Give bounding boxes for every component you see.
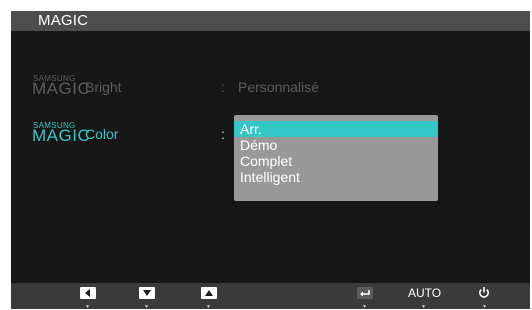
power-button[interactable]: [478, 286, 490, 304]
osd-screen: MAGIC SAMSUNG MAGIC Bright : Personnalis…: [11, 11, 530, 310]
menu-item-magic-bright[interactable]: SAMSUNG MAGIC Bright : Personnalisé: [11, 74, 530, 114]
button-tick: ▼: [482, 304, 487, 310]
enter-icon: [357, 287, 373, 299]
up-button[interactable]: [201, 287, 217, 299]
button-tick: ▼: [206, 304, 211, 310]
left-button[interactable]: [80, 287, 96, 299]
down-button[interactable]: [139, 287, 155, 299]
menu-panel: SAMSUNG MAGIC Bright : Personnalisé SAMS…: [11, 31, 530, 283]
up-arrow-icon: [201, 287, 217, 299]
menu-item-label: Bright: [85, 79, 122, 95]
button-tick: ▼: [144, 304, 149, 310]
page-title: MAGIC: [38, 12, 89, 29]
power-icon: [479, 287, 489, 298]
menu-item-separator: :: [221, 79, 225, 95]
dropdown-option-selected[interactable]: Arr.: [234, 121, 438, 137]
left-arrow-icon: [80, 287, 96, 299]
samsung-magic-logo: SAMSUNG MAGIC: [32, 121, 93, 157]
dropdown-option[interactable]: Démo: [234, 137, 438, 153]
samsung-magic-logo: SAMSUNG MAGIC: [32, 74, 93, 110]
button-tick: ▼: [421, 304, 426, 310]
auto-label: AUTO: [408, 286, 442, 300]
enter-button[interactable]: [357, 287, 373, 299]
color-options-dropdown[interactable]: Arr. Démo Complet Intelligent: [234, 115, 438, 201]
menu-item-label: Color: [85, 126, 119, 142]
dropdown-option[interactable]: Complet: [234, 153, 438, 169]
button-bar: AUTO ▼ ▼ ▼ ▼ ▼ ▼: [11, 283, 530, 310]
logo-name: MAGIC: [32, 79, 91, 98]
dropdown-option[interactable]: Intelligent: [234, 169, 438, 185]
title-bar: MAGIC: [11, 11, 530, 31]
button-tick: ▼: [362, 304, 367, 310]
down-arrow-icon: [139, 287, 155, 299]
button-tick: ▼: [85, 304, 90, 310]
menu-item-separator: :: [221, 126, 225, 142]
logo-name: MAGIC: [32, 126, 91, 145]
menu-item-value: Personnalisé: [238, 79, 319, 95]
